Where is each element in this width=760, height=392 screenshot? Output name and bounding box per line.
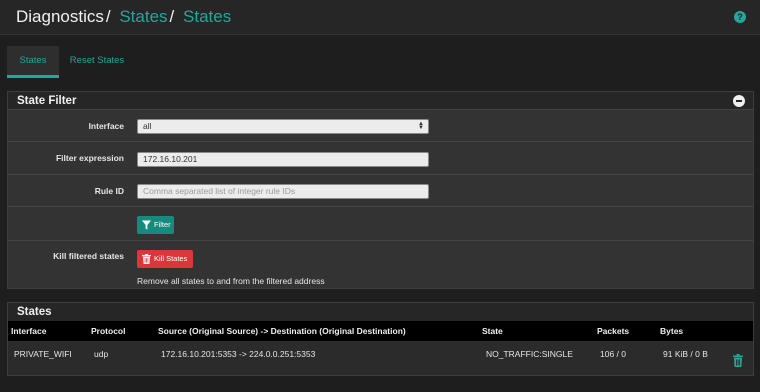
column-header-state[interactable]: State [482, 326, 503, 336]
breadcrumb-states-section[interactable]: States [119, 7, 167, 26]
tab-reset-states[interactable]: Reset States [63, 46, 131, 78]
kill-states-label: Kill filtered states [53, 251, 124, 261]
select-arrows-icon: ▲ ▼ [418, 121, 424, 131]
panel-title: State Filter [17, 95, 77, 107]
column-header-bytes[interactable]: Bytes [660, 326, 683, 336]
interface-row: Interface all ▲ ▼ [8, 110, 753, 142]
row-packets: 106 / 0 [600, 349, 626, 359]
kill-states-button[interactable]: Kill States [137, 250, 193, 268]
kill-states-help-text: Remove all states to and from the filter… [137, 276, 325, 286]
breadcrumb-separator: / [169, 7, 175, 26]
column-header-source-destination[interactable]: Source (Original Source) -> Destination … [158, 326, 406, 336]
filter-button[interactable]: Filter [137, 216, 174, 234]
filter-button-row: Filter [8, 207, 753, 241]
row-state: NO_TRAFFIC:SINGLE [486, 349, 573, 359]
row-bytes: 91 KiB / 0 B [663, 349, 708, 359]
breadcrumb-separator: / [105, 7, 111, 26]
filter-expression-label: Filter expression [55, 153, 124, 163]
filter-icon [142, 220, 151, 230]
breadcrumb-states-page[interactable]: States [183, 7, 231, 26]
trash-icon [142, 254, 151, 264]
filter-expression-row: Filter expression 172.16.10.201 [8, 142, 753, 175]
states-table-header: Interface Protocol Source (Original Sour… [8, 321, 753, 341]
question-circle-icon[interactable]: ? [734, 11, 746, 23]
interface-select[interactable]: all ▲ ▼ [137, 119, 429, 134]
tab-states[interactable]: States [7, 46, 59, 78]
panel-heading: State Filter [8, 92, 753, 110]
column-header-protocol[interactable]: Protocol [91, 326, 125, 336]
state-filter-panel: State Filter Interface all ▲ ▼ Filter exp… [7, 91, 754, 289]
row-source-destination: 172.16.10.201:5353 -> 224.0.0.251:5353 [161, 349, 316, 359]
breadcrumb: Diagnostics / States / States [16, 7, 231, 27]
kill-states-button-label: Kill States [154, 254, 188, 263]
states-panel-title: States [8, 303, 753, 321]
kill-states-row: Kill filtered states Kill States Remove … [8, 241, 753, 288]
rule-id-row: Rule ID Comma separated list of integer … [8, 175, 753, 207]
filter-button-label: Filter [154, 220, 171, 229]
filter-expression-input[interactable]: 172.16.10.201 [137, 152, 429, 167]
table-row: PRIVATE_WIFI udp 172.16.10.201:5353 -> 2… [8, 341, 753, 375]
states-panel: States Interface Protocol Source (Origin… [7, 302, 754, 376]
column-header-packets[interactable]: Packets [597, 326, 629, 336]
interface-select-value: all [143, 121, 152, 131]
rule-id-label: Rule ID [94, 186, 124, 196]
rule-id-input[interactable]: Comma separated list of integer rule IDs [137, 184, 429, 199]
interface-label: Interface [88, 121, 124, 131]
trash-icon[interactable] [733, 354, 743, 367]
breadcrumb-diagnostics: Diagnostics [16, 7, 104, 26]
row-protocol: udp [94, 349, 109, 359]
row-interface: PRIVATE_WIFI [14, 349, 72, 359]
page-header: Diagnostics / States / States ? [0, 0, 760, 35]
collapse-icon[interactable] [733, 95, 745, 107]
column-header-interface[interactable]: Interface [11, 326, 46, 336]
